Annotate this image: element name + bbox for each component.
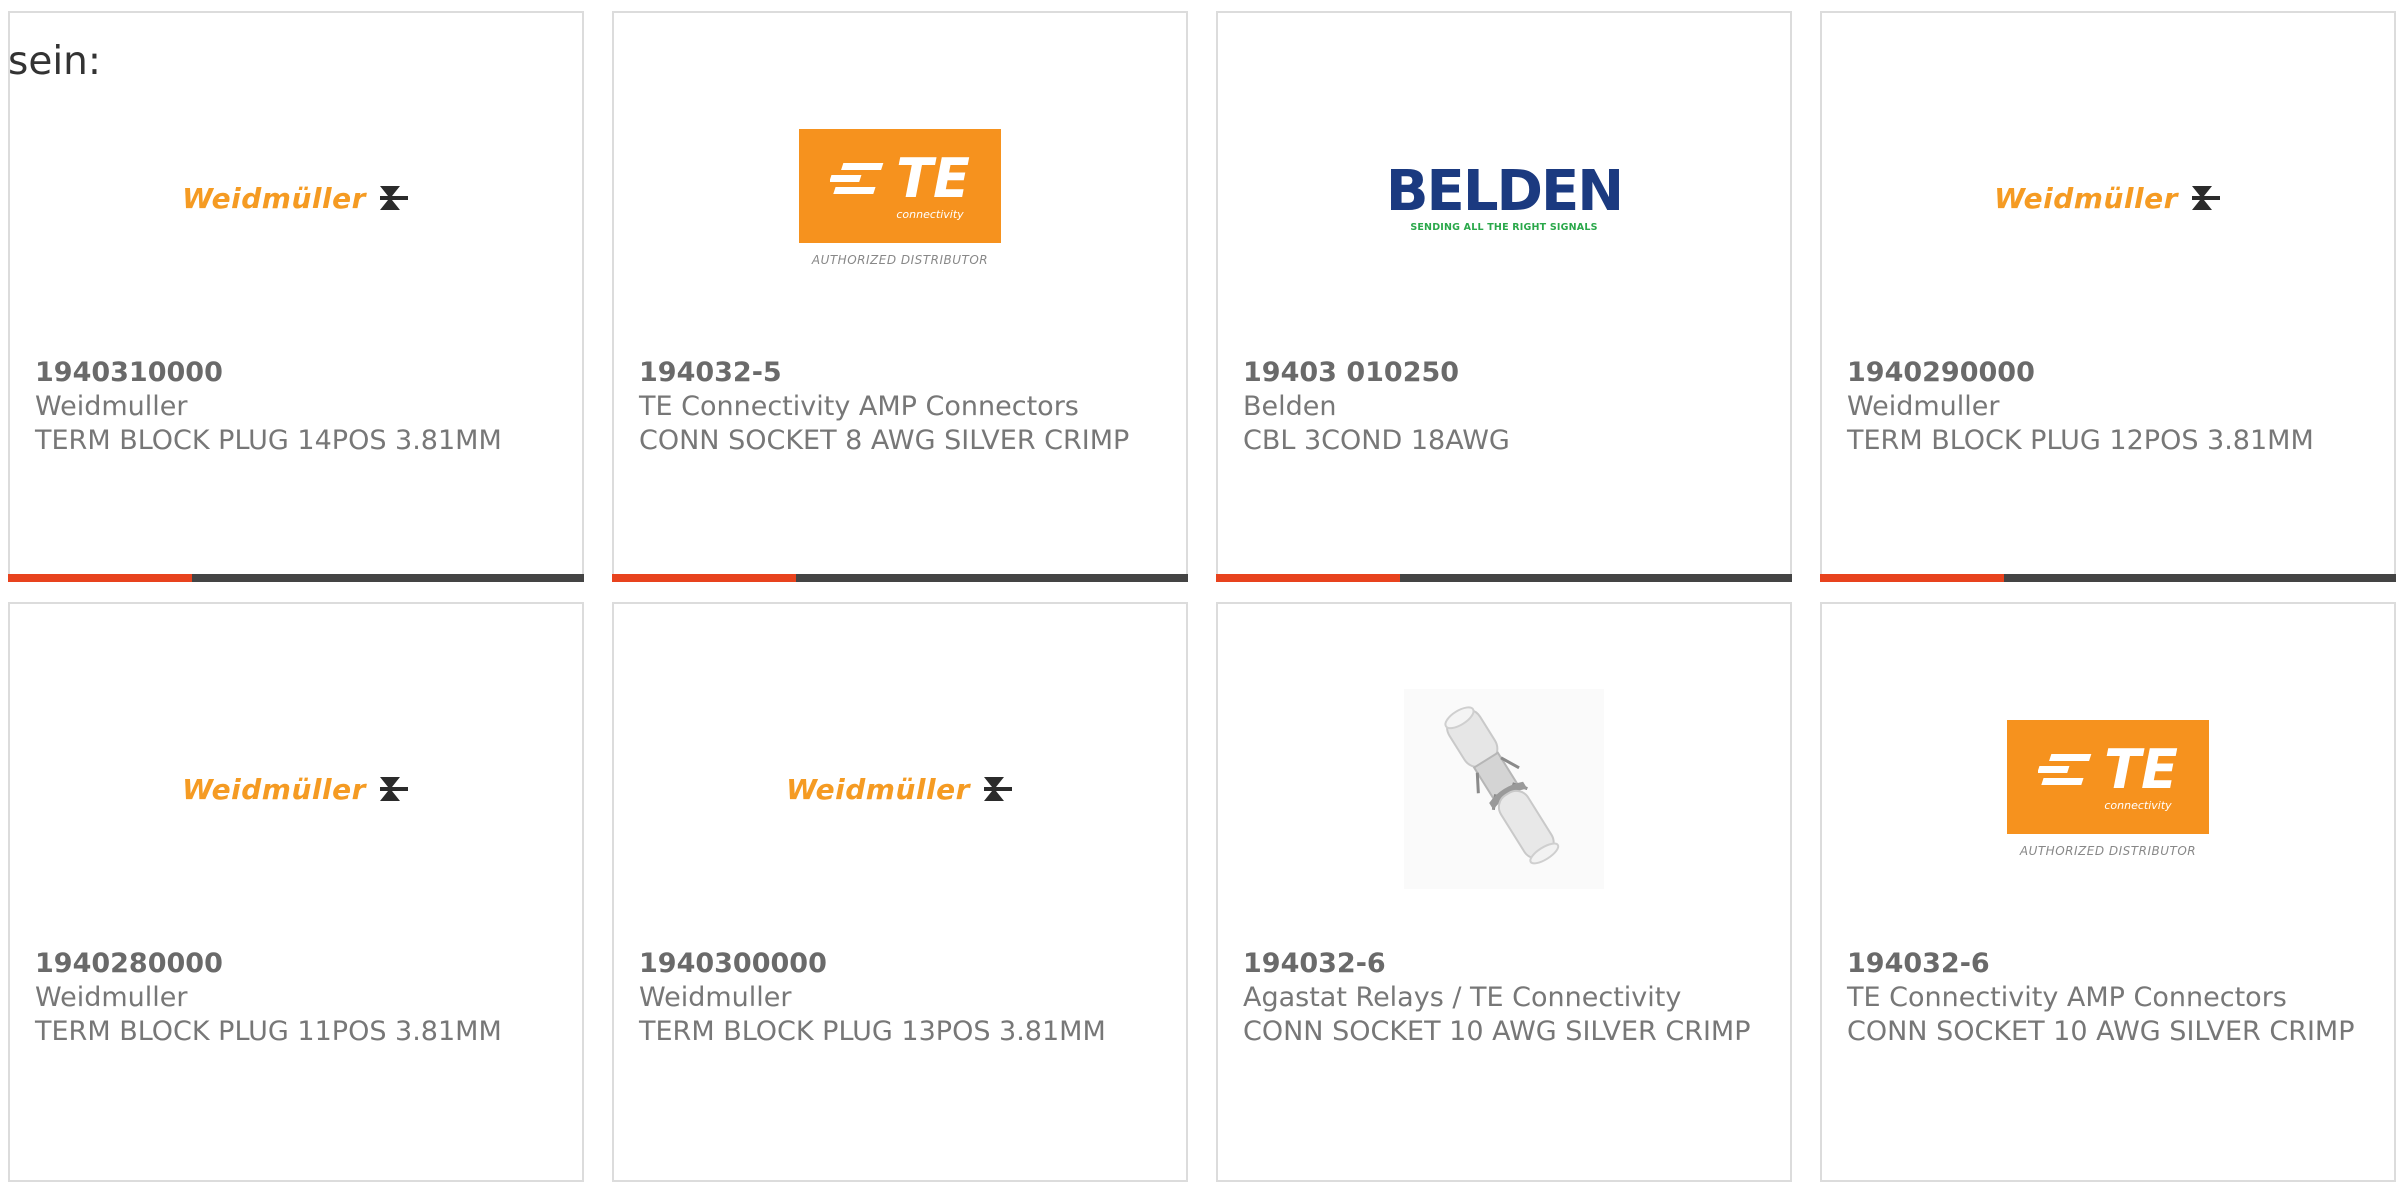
bar-fill [1216, 574, 1401, 582]
description: CONN SOCKET 10 AWG SILVER CRIMP [1847, 1016, 2355, 1047]
description: CONN SOCKET 10 AWG SILVER CRIMP [1243, 1016, 1751, 1047]
card-bottom-bar [612, 574, 1188, 582]
product-image[interactable]: TE connectivity AUTHORIZED DISTRIBUTOR [1822, 654, 2394, 924]
product-card[interactable]: TE connectivity AUTHORIZED DISTRIBUTOR 1… [612, 11, 1188, 582]
description: TERM BLOCK PLUG 12POS 3.81MM [1847, 425, 2314, 456]
part-number[interactable]: 1940300000 [639, 947, 1166, 981]
part-number[interactable]: 1940290000 [1847, 356, 2374, 390]
manufacturer: TE Connectivity AMP Connectors [639, 391, 1079, 422]
product-image[interactable]: TE connectivity AUTHORIZED DISTRIBUTOR [614, 63, 1186, 333]
product-info: 194032-6 Agastat Relays / TE Connectivit… [1243, 947, 1770, 1049]
part-number[interactable]: 19403 010250 [1243, 356, 1770, 390]
manufacturer: TE Connectivity AMP Connectors [1847, 982, 2287, 1013]
product-image[interactable]: Weidmüller [10, 654, 582, 924]
weidmuller-logo: Weidmüller [182, 182, 410, 215]
bar-fill [1820, 574, 2005, 582]
weidmuller-mark-icon [379, 777, 408, 801]
product-info: 1940300000 Weidmuller TERM BLOCK PLUG 13… [639, 947, 1166, 1049]
product-info: 19403 010250 Belden CBL 3COND 18AWG [1243, 356, 1770, 458]
product-info: 194032-6 TE Connectivity AMP Connectors … [1847, 947, 2374, 1049]
part-number[interactable]: 1940280000 [35, 947, 562, 981]
product-card[interactable]: Weidmüller 1940290000 Weidmuller TERM BL… [1820, 11, 2396, 582]
weidmuller-mark-icon [379, 186, 408, 210]
product-info: 1940310000 Weidmuller TERM BLOCK PLUG 14… [35, 356, 562, 458]
product-image[interactable] [1218, 654, 1790, 924]
product-card[interactable]: Weidmüller 1940300000 Weidmuller TERM BL… [612, 602, 1188, 1182]
product-card[interactable]: TE connectivity AUTHORIZED DISTRIBUTOR 1… [1820, 602, 2396, 1182]
te-connectivity-logo: TE connectivity AUTHORIZED DISTRIBUTOR [799, 129, 1001, 267]
manufacturer: Belden [1243, 391, 1337, 422]
description: CONN SOCKET 8 AWG SILVER CRIMP [639, 425, 1130, 456]
product-card[interactable]: Weidmüller 1940280000 Weidmuller TERM BL… [8, 602, 584, 1182]
card-bottom-bar [1820, 574, 2396, 582]
manufacturer: Weidmuller [639, 982, 792, 1013]
weidmuller-mark-icon [2191, 186, 2220, 210]
te-connectivity-logo: TE connectivity AUTHORIZED DISTRIBUTOR [2007, 720, 2209, 858]
product-card[interactable]: 194032-6 Agastat Relays / TE Connectivit… [1216, 602, 1792, 1182]
weidmuller-logo: Weidmüller [182, 773, 410, 806]
part-number[interactable]: 1940310000 [35, 356, 562, 390]
product-card[interactable]: Weidmüller 1940310000 Weidmuller TERM BL… [8, 11, 584, 582]
description: TERM BLOCK PLUG 11POS 3.81MM [35, 1016, 502, 1047]
manufacturer: Weidmuller [35, 982, 188, 1013]
product-info: 194032-5 TE Connectivity AMP Connectors … [639, 356, 1166, 458]
manufacturer: Weidmuller [35, 391, 188, 422]
intro-text: sein: [8, 39, 102, 84]
product-info: 1940280000 Weidmuller TERM BLOCK PLUG 11… [35, 947, 562, 1049]
weidmuller-mark-icon [983, 777, 1012, 801]
card-bottom-bar [8, 574, 584, 582]
weidmuller-logo: Weidmüller [786, 773, 1014, 806]
te-stripes-icon [830, 162, 884, 194]
description: TERM BLOCK PLUG 14POS 3.81MM [35, 425, 502, 456]
manufacturer: Agastat Relays / TE Connectivity [1243, 982, 1682, 1013]
product-card[interactable]: BELDEN SENDING ALL THE RIGHT SIGNALS 194… [1216, 11, 1792, 582]
part-number[interactable]: 194032-6 [1847, 947, 2374, 981]
belden-logo: BELDEN SENDING ALL THE RIGHT SIGNALS [1385, 158, 1624, 233]
product-image[interactable]: Weidmüller [10, 63, 582, 333]
te-stripes-icon [2038, 753, 2092, 785]
weidmuller-logo: Weidmüller [1994, 182, 2222, 215]
part-number[interactable]: 194032-5 [639, 356, 1166, 390]
crimp-socket-photo [1404, 689, 1604, 889]
product-image[interactable]: Weidmüller [614, 654, 1186, 924]
bar-fill [8, 574, 193, 582]
part-number[interactable]: 194032-6 [1243, 947, 1770, 981]
bar-fill [612, 574, 797, 582]
product-image[interactable]: Weidmüller [1822, 63, 2394, 333]
description: CBL 3COND 18AWG [1243, 425, 1510, 456]
product-info: 1940290000 Weidmuller TERM BLOCK PLUG 12… [1847, 356, 2374, 458]
description: TERM BLOCK PLUG 13POS 3.81MM [639, 1016, 1106, 1047]
card-bottom-bar [1216, 574, 1792, 582]
manufacturer: Weidmuller [1847, 391, 2000, 422]
product-image[interactable]: BELDEN SENDING ALL THE RIGHT SIGNALS [1218, 63, 1790, 333]
